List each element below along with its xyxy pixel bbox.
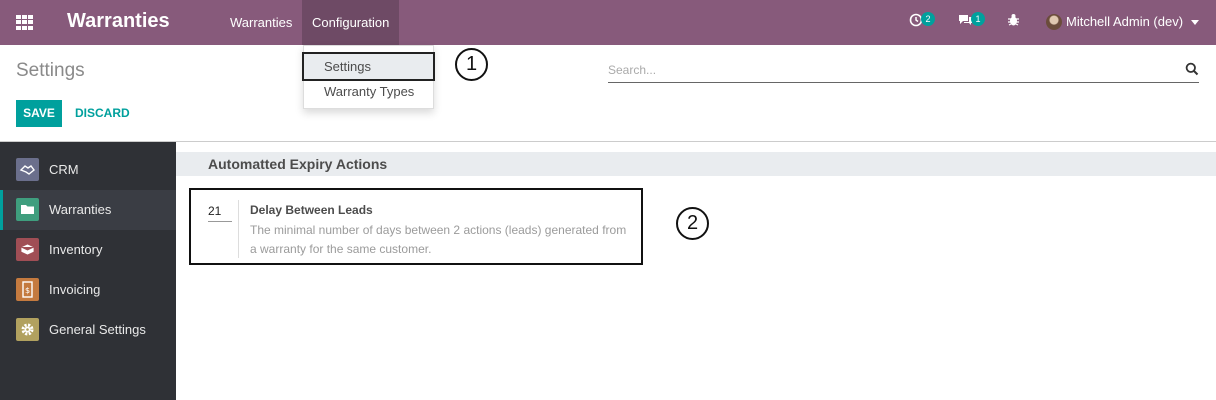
setting-separator <box>238 200 239 258</box>
sidebar-item-label: Inventory <box>49 242 103 257</box>
search-icon[interactable] <box>1185 62 1199 76</box>
search-bar <box>608 60 1199 83</box>
menu-warranties[interactable]: Warranties <box>220 0 302 45</box>
folder-icon <box>16 198 39 221</box>
sidebar-item-label: CRM <box>49 162 79 177</box>
callout-marker-2: 2 <box>676 207 709 240</box>
breadcrumb-title: Settings <box>16 60 85 81</box>
user-avatar[interactable] <box>1046 14 1062 30</box>
search-input[interactable] <box>608 60 1178 80</box>
setting-description: The minimal number of days between 2 act… <box>250 223 627 256</box>
activity-count-badge: 2 <box>921 12 935 26</box>
gear-icon <box>16 318 39 341</box>
sidebar-item-crm[interactable]: CRM <box>0 150 176 190</box>
settings-sidebar: CRM Warranties Inventory $ Invoicing Gen… <box>0 142 176 400</box>
section-title: Automatted Expiry Actions <box>208 156 388 172</box>
user-dropdown-caret-icon[interactable] <box>1191 20 1199 25</box>
svg-text:$: $ <box>25 286 30 295</box>
apps-menu-icon[interactable] <box>16 15 33 30</box>
section-header: Automatted Expiry Actions <box>176 152 1216 176</box>
setting-delay-between-leads: 21 Delay Between Leads The minimal numbe… <box>189 188 643 265</box>
callout-marker-1: 1 <box>455 48 488 81</box>
control-panel-divider <box>0 141 1216 142</box>
app-title[interactable]: Warranties <box>67 10 170 33</box>
configuration-dropdown: Settings Warranty Types <box>302 45 435 109</box>
save-button[interactable]: SAVE <box>16 100 62 127</box>
sidebar-item-label: Invoicing <box>49 282 101 297</box>
setting-label: Delay Between Leads <box>250 203 373 217</box>
sidebar-item-label: Warranties <box>49 202 112 217</box>
user-name[interactable]: Mitchell Admin (dev) <box>1066 14 1183 29</box>
sidebar-item-warranties[interactable]: Warranties <box>0 190 176 230</box>
delay-days-field[interactable]: 21 <box>208 204 232 222</box>
discard-button[interactable]: DISCARD <box>75 100 130 127</box>
main-navbar: Warranties Warranties Configuration 2 1 … <box>0 0 1216 45</box>
sidebar-item-invoicing[interactable]: $ Invoicing <box>0 270 176 310</box>
dropdown-item-warranty-types[interactable]: Warranty Types <box>304 79 435 104</box>
message-count-badge: 1 <box>971 12 985 26</box>
debug-bug-icon[interactable] <box>1005 13 1021 29</box>
sidebar-item-label: General Settings <box>49 322 146 337</box>
sidebar-item-inventory[interactable]: Inventory <box>0 230 176 270</box>
menu-configuration[interactable]: Configuration <box>302 0 400 45</box>
sidebar-item-general-settings[interactable]: General Settings <box>0 310 176 350</box>
invoice-icon: $ <box>16 278 39 301</box>
box-icon <box>16 238 39 261</box>
handshake-icon <box>16 158 39 181</box>
dropdown-item-settings[interactable]: Settings <box>302 52 435 81</box>
